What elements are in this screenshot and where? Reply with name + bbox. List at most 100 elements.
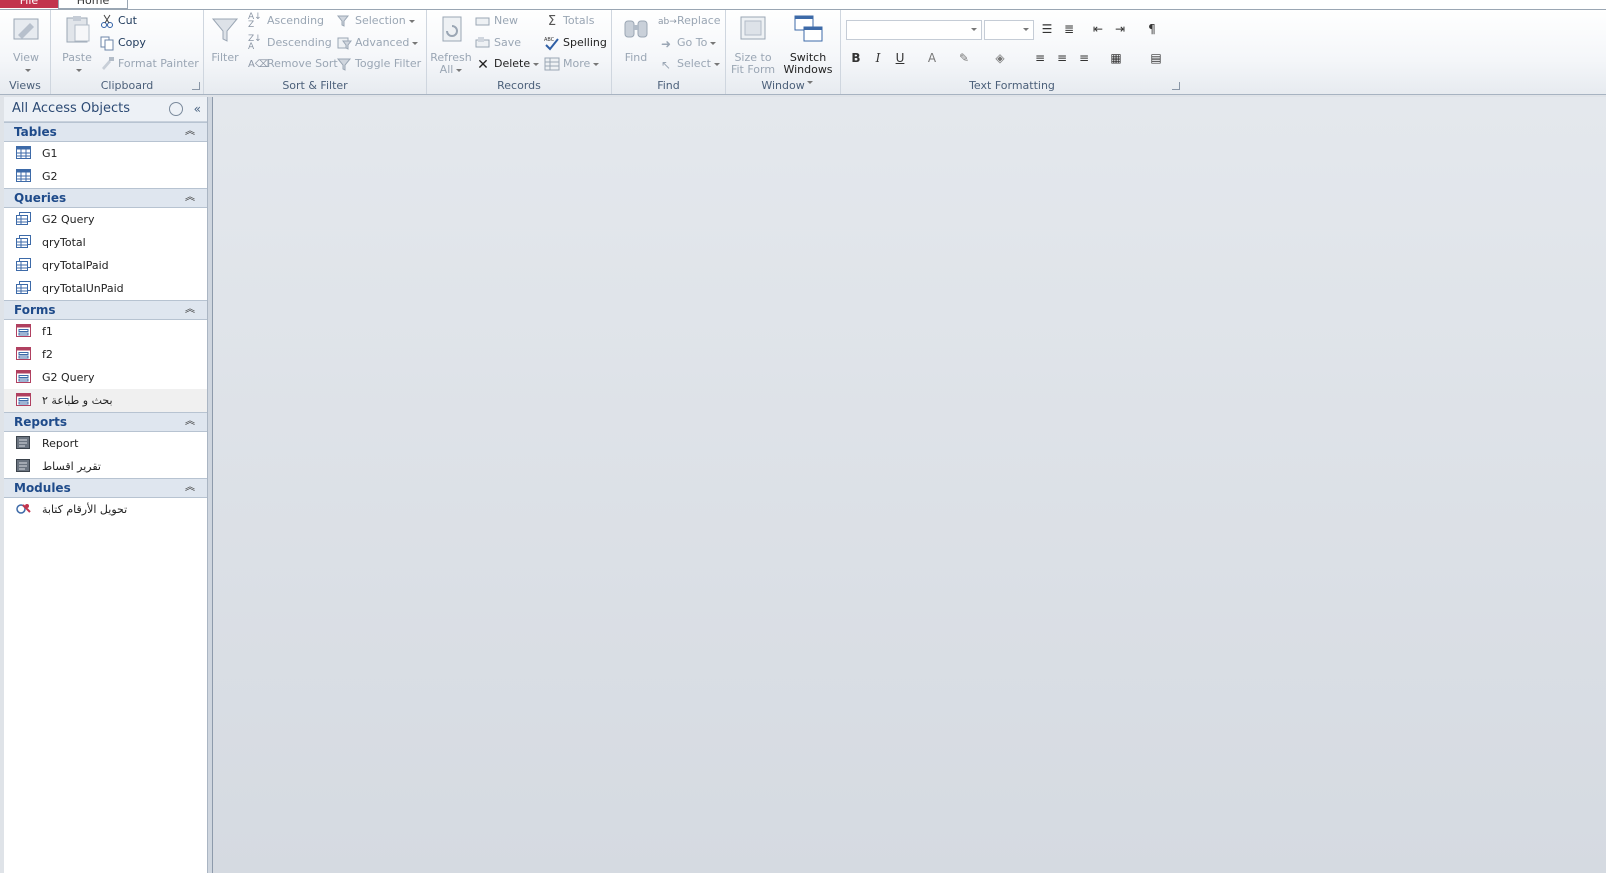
refresh-label-line2: All [439,63,454,76]
font-size-select[interactable] [984,20,1034,40]
go-to-button[interactable]: ➜ Go To [658,34,717,52]
cut-button[interactable]: Cut [99,12,137,30]
cut-label: Cut [118,14,137,27]
nav-item-report[interactable]: Report [4,432,207,455]
nav-item-module[interactable]: تحويل الأرقام كتابة [4,498,207,521]
arrow-right-icon: ➜ [660,37,672,51]
dropdown-circle-icon[interactable] [169,102,183,116]
remove-sort-button[interactable]: A⌫Remove Sort [248,55,338,73]
refresh-all-button[interactable]: Refresh All [429,13,473,76]
switch-label-line2: Windows [783,63,833,76]
binoculars-icon [624,20,648,38]
nav-section-reports[interactable]: Reports ︽ [4,412,207,432]
numbering-icon[interactable]: ≣ [1060,20,1078,38]
decrease-indent-icon[interactable]: ⇤ [1089,20,1107,38]
new-record-button[interactable]: New [475,12,518,30]
nav-item-query[interactable]: qryTotal [4,231,207,254]
align-left-icon[interactable]: ≡ [1031,49,1049,67]
fill-color-icon[interactable]: ◈ [991,49,1009,67]
grid-icon [544,57,560,71]
remove-sort-icon: A⌫ [248,59,269,70]
nav-item-label: qryTotalPaid [42,259,109,272]
more-button[interactable]: More [544,55,600,73]
alternate-row-color-icon[interactable]: ▤ [1147,49,1165,67]
nav-pane-header[interactable]: All Access Objects « [4,97,207,122]
tab-home[interactable]: Home [58,0,128,9]
dialog-launcher-icon[interactable] [192,82,200,90]
tab-file[interactable]: File [0,0,58,8]
selection-button[interactable]: Selection [336,12,415,30]
nav-item-form[interactable]: G2 Query [4,366,207,389]
chevron-down-icon [971,28,977,31]
nav-item-label: f1 [42,325,53,338]
chevron-down-icon [456,68,463,72]
switch-windows-button[interactable]: Switch Windows [780,13,836,88]
shutter-bar-collapse-icon[interactable]: « [194,97,201,121]
align-center-icon[interactable]: ≡ [1053,49,1071,67]
ascending-button[interactable]: A↓ Z Ascending [248,12,324,30]
nav-item-form[interactable]: بحث و طباعة ٢ [4,389,207,412]
new-label: New [494,14,518,27]
find-button[interactable]: Find [616,13,656,64]
toggle-filter-button[interactable]: Toggle Filter [336,55,421,73]
nav-item-report[interactable]: تقرير اقساط [4,455,207,478]
dialog-launcher-icon[interactable] [1172,82,1180,90]
spelling-button[interactable]: ABC Spelling [544,34,607,52]
nav-item-table[interactable]: G2 [4,165,207,188]
size-to-fit-form-button[interactable]: Size to Fit Form [728,13,778,76]
paragraph-direction-icon[interactable]: ¶ [1143,20,1161,38]
funnel-icon [211,18,239,42]
ribbon: View Views Paste Cut Copy Format Painter… [0,10,1606,95]
collapse-chevron-icon[interactable]: ︽ [185,413,195,431]
delete-button[interactable]: ✕ Delete [475,55,540,73]
nav-section-tables[interactable]: Tables ︽ [4,122,207,142]
copy-button[interactable]: Copy [99,34,146,52]
collapse-chevron-icon[interactable]: ︽ [185,189,195,207]
sigma-icon: Σ [547,14,557,29]
nav-section-forms[interactable]: Forms ︽ [4,300,207,320]
format-painter-button[interactable]: Format Painter [99,55,199,73]
bold-button[interactable]: B [847,49,865,67]
descending-button[interactable]: Z↓ A Descending [248,34,332,52]
chevron-down-icon [75,68,82,72]
totals-label: Totals [563,14,595,27]
spelling-check-icon: ABC [544,37,559,51]
italic-button[interactable]: I [869,49,887,67]
bullets-icon[interactable]: ☰ [1038,20,1056,38]
nav-item-label: G1 [42,147,58,160]
collapse-chevron-icon[interactable]: ︽ [185,301,195,319]
totals-button[interactable]: Σ Totals [544,12,595,30]
nav-item-query[interactable]: qryTotalPaid [4,254,207,277]
nav-section-modules[interactable]: Modules ︽ [4,478,207,498]
find-group-label: Find [657,79,680,92]
underline-button[interactable]: U [891,49,909,67]
clipboard-group-label: Clipboard [100,79,154,92]
nav-item-form[interactable]: f2 [4,343,207,366]
nav-item-form[interactable]: f1 [4,320,207,343]
nav-section-queries[interactable]: Queries ︽ [4,188,207,208]
view-button[interactable]: View [6,13,46,76]
nav-item-table[interactable]: G1 [4,142,207,165]
highlight-icon[interactable]: ✎ [955,49,973,67]
section-title: Queries [14,191,67,205]
font-color-button[interactable]: A [923,49,941,67]
select-button[interactable]: ↖ Select [658,55,720,73]
save-button[interactable]: Save [475,34,521,52]
advanced-button[interactable]: Advanced [336,34,419,52]
collapse-chevron-icon[interactable]: ︽ [185,123,195,141]
nav-item-query[interactable]: G2 Query [4,208,207,231]
advanced-label: Advanced [355,36,410,49]
collapse-chevron-icon[interactable]: ︽ [185,479,195,497]
align-right-icon[interactable]: ≡ [1075,49,1093,67]
increase-indent-icon[interactable]: ⇥ [1111,20,1129,38]
replace-button[interactable]: ab→Replace [658,12,721,30]
select-label: Select [677,57,711,70]
replace-icon: ab→ [658,17,677,27]
paste-button[interactable]: Paste [57,13,97,76]
filter-button[interactable]: Filter [206,13,244,64]
nav-item-query[interactable]: qryTotalUnPaid [4,277,207,300]
gridlines-icon[interactable]: ▦ [1107,49,1125,67]
view-icon [13,18,39,40]
font-name-select[interactable] [846,20,982,40]
nav-item-label: G2 Query [42,371,95,384]
